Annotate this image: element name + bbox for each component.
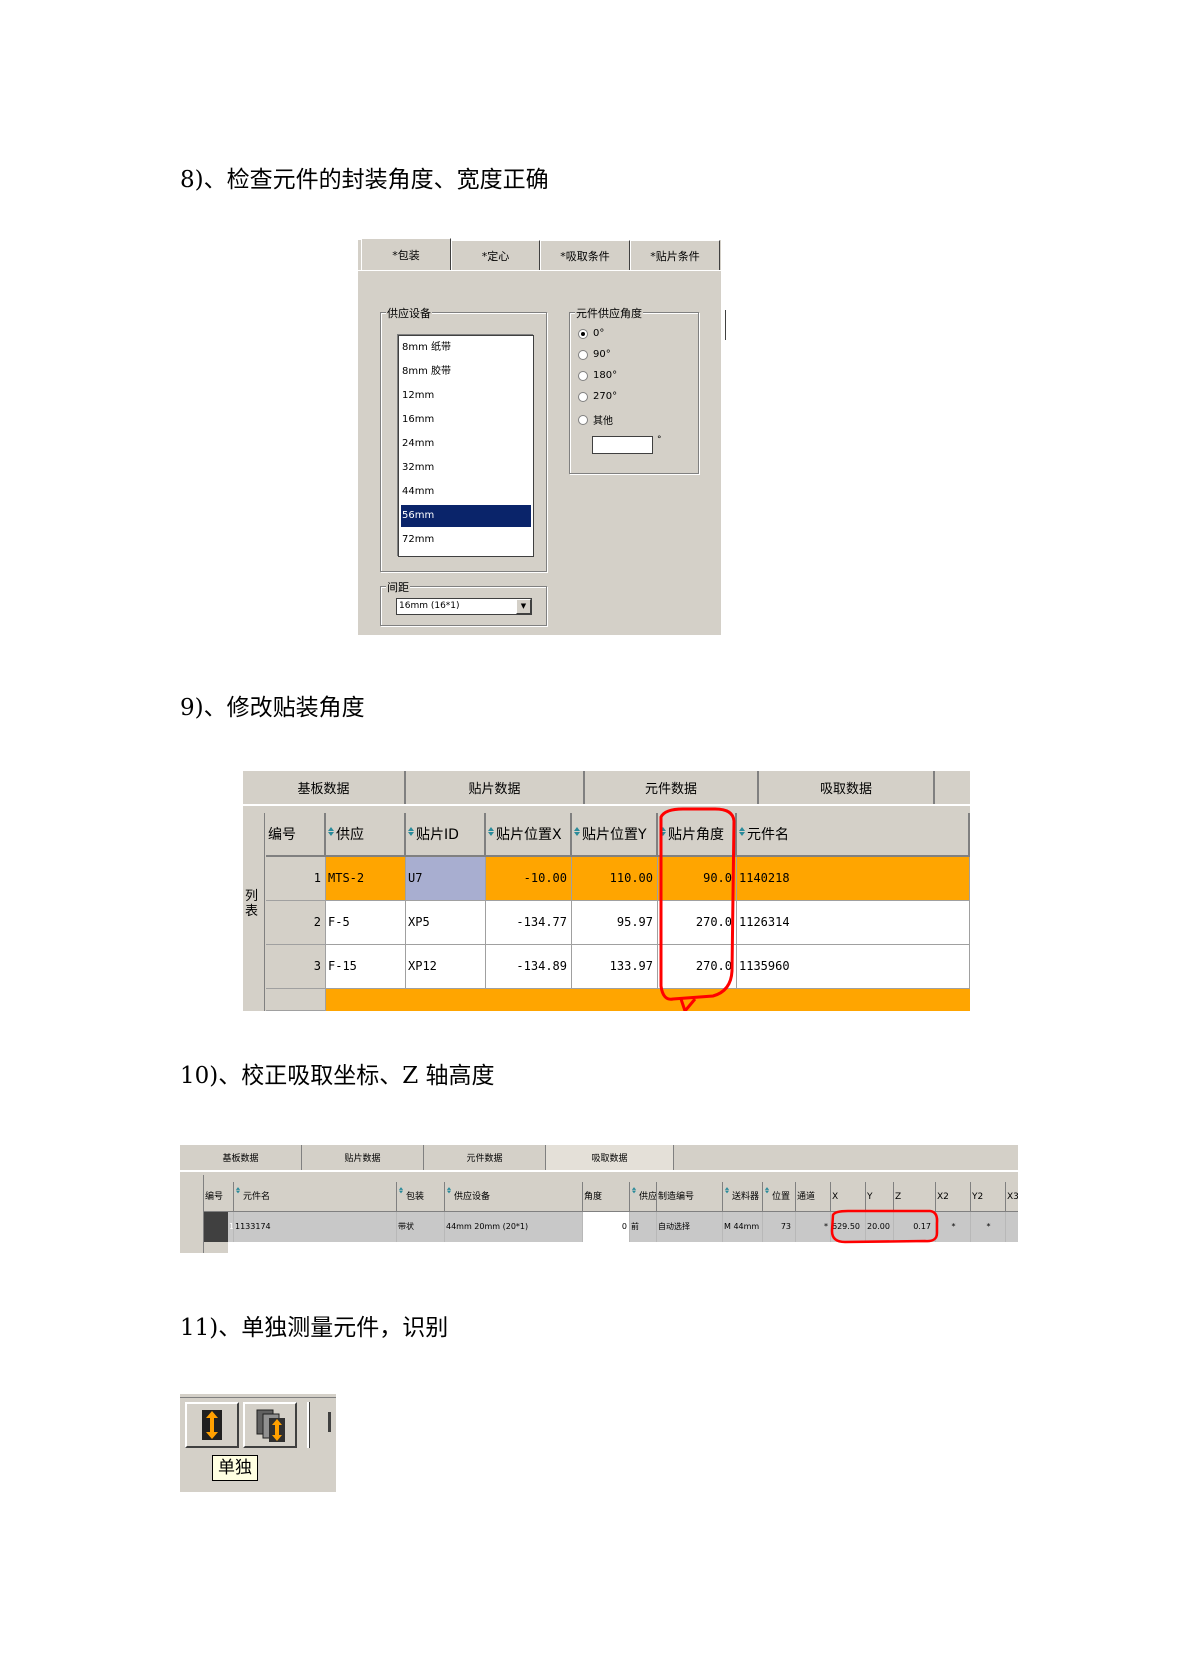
list-item[interactable]: 72mm <box>401 529 531 551</box>
list-item-selected[interactable]: 56mm <box>401 505 531 527</box>
radio-icon <box>578 414 588 425</box>
supply-device-list[interactable]: 8mm 纸带 8mm 胶带 12mm 16mm 24mm 32mm 44mm 5… <box>398 335 534 557</box>
list-item[interactable]: 44mm <box>401 481 531 503</box>
section-8-heading: 8)、检查元件的封装角度、宽度正确 <box>180 167 549 193</box>
list-item[interactable]: 16mm <box>401 409 531 431</box>
tab-package[interactable]: *包装 <box>361 238 451 270</box>
multi-measure-button[interactable] <box>243 1402 297 1448</box>
list-item[interactable]: 24mm <box>401 433 531 455</box>
list-item[interactable]: 8mm 胶带 <box>401 361 531 383</box>
angle-radio-0[interactable]: 0° <box>578 328 604 339</box>
highlight-annotation <box>659 807 736 1011</box>
tab-centering[interactable]: *定心 <box>451 240 540 270</box>
section-11-heading: 11)、单独测量元件，识别 <box>180 1315 449 1341</box>
pickup-data-grid: 基板数据 贴片数据 元件数据 吸取数据 编号 元件名 包装 供应设备 角度 供应… <box>180 1145 1018 1253</box>
radio-checked-icon <box>578 328 588 339</box>
radio-icon <box>578 349 588 360</box>
tab-pickup-condition[interactable]: *吸取条件 <box>540 240 630 270</box>
angle-radio-270[interactable]: 270° <box>578 391 617 402</box>
placement-data-grid: 基板数据 贴片数据 元件数据 吸取数据 列表 编号 供应 贴片ID 贴片位置X … <box>243 771 970 1011</box>
supply-angle-title: 元件供应角度 <box>575 305 643 321</box>
multi-measure-icon <box>256 1409 285 1442</box>
tab-placement-condition[interactable]: *贴片条件 <box>630 240 720 270</box>
pitch-title: 间距 <box>386 579 410 595</box>
other-angle-input[interactable] <box>592 436 653 454</box>
supply-device-title: 供应设备 <box>386 305 432 321</box>
radio-icon <box>578 391 588 402</box>
angle-radio-180[interactable]: 180° <box>578 370 617 381</box>
angle-radio-other[interactable]: 其他 <box>578 412 613 427</box>
list-item[interactable]: 12mm <box>401 385 531 407</box>
section-9-heading: 9)、修改贴装角度 <box>180 695 365 721</box>
chevron-down-icon[interactable]: ▼ <box>516 599 531 614</box>
single-measure-button[interactable] <box>185 1402 239 1448</box>
highlight-annotation <box>830 1209 939 1244</box>
tooltip: 单独 <box>212 1455 258 1481</box>
list-item[interactable]: 32mm <box>401 457 531 479</box>
single-measure-icon <box>202 1410 222 1440</box>
package-dialog: *包装 *定心 *吸取条件 *贴片条件 供应设备 8mm 纸带 8mm 胶带 1… <box>358 238 726 635</box>
radio-icon <box>578 370 588 381</box>
angle-radio-90[interactable]: 90° <box>578 349 611 360</box>
list-item[interactable]: 8mm 纸带 <box>401 337 531 359</box>
pitch-select[interactable]: 16mm (16*1) ▼ <box>396 598 532 615</box>
section-10-heading: 10)、校正吸取坐标、Z 轴高度 <box>180 1063 495 1089</box>
degree-unit: ° <box>657 435 662 445</box>
measure-toolbar: 单独 <box>180 1394 336 1492</box>
